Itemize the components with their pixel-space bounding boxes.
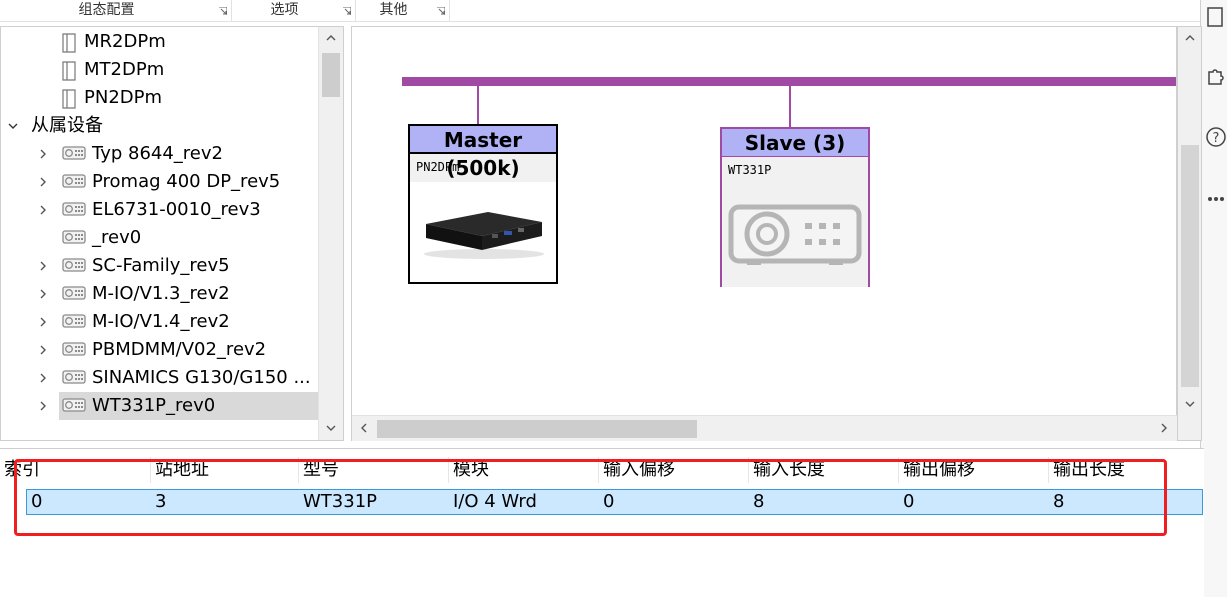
tree-item-label: M-IO/V1.3_rev2 [92, 283, 230, 304]
scroll-down-button[interactable] [1178, 393, 1201, 415]
tree-item-label: _rev0 [92, 227, 142, 248]
ribbon-group-other: 其他 [356, 0, 450, 22]
device-tree: MR2DPm MT2DPm PN2DPm 从属设备 Typ 8644_rev2 P… [0, 26, 344, 441]
mini-pc-icon [424, 212, 544, 259]
tree-item-slave[interactable]: EL6731-0010_rev3 [1, 196, 318, 224]
master-node[interactable]: Master (500k) PN2DPm [408, 124, 558, 284]
chevron-right-icon[interactable] [38, 373, 48, 383]
scroll-up-button[interactable] [1178, 27, 1201, 49]
page-icon[interactable] [1205, 6, 1227, 28]
dialog-launcher-icon[interactable] [343, 7, 351, 15]
tree-item-label: SC-Family_rev5 [92, 255, 230, 276]
ribbon-group-label: 组态配置 [78, 2, 135, 18]
master-device-icon [62, 89, 76, 109]
tree-item-label: PN2DPm [84, 87, 163, 108]
tree-item-slave[interactable]: SINAMICS G130/G150 ... [1, 364, 318, 392]
slave-device-icon [62, 146, 86, 160]
ribbon-group-config: 组态配置 [0, 0, 232, 22]
tree-vertical-scrollbar[interactable] [318, 27, 343, 440]
tree-item-label: WT331P_rev0 [92, 395, 216, 416]
chevron-right-icon[interactable] [38, 205, 48, 215]
tree-item-label: SINAMICS G130/G150 ... [92, 367, 311, 388]
tree-item-label: PBMDMM/V02_rev2 [92, 339, 267, 360]
chevron-down-icon [1185, 401, 1194, 407]
slave-device-icon [728, 204, 862, 265]
chevron-right-icon[interactable] [38, 289, 48, 299]
chevron-right-icon[interactable] [38, 317, 48, 327]
tree-item-slave[interactable]: PBMDMM/V02_rev2 [1, 336, 318, 364]
tree-item-label: EL6731-0010_rev3 [92, 199, 261, 220]
tree-item-label: Typ 8644_rev2 [92, 143, 223, 164]
master-device-icon [62, 33, 76, 53]
topology-canvas[interactable]: Master (500k) PN2DPm Slave (3) WT331P [351, 26, 1177, 441]
side-toolbar: ? [1200, 0, 1227, 597]
slave-device-icon [62, 370, 86, 384]
bus-drop-slave [789, 86, 791, 127]
master-device-icon [62, 61, 76, 81]
chevron-right-icon[interactable] [38, 401, 48, 411]
scroll-thumb[interactable] [1181, 145, 1199, 387]
slave-node-title: Slave (3) [722, 129, 868, 157]
tree-group-slaves[interactable]: 从属设备 [1, 112, 318, 140]
tree-item-slave[interactable]: WT331P_rev0 [40, 392, 318, 420]
slave-device-icon [62, 342, 86, 356]
slave-device-icon [62, 258, 86, 272]
profibus-line [402, 77, 1176, 86]
scroll-up-button[interactable] [319, 27, 342, 49]
tree-item-label: M-IO/V1.4_rev2 [92, 311, 230, 332]
tree-item-master[interactable]: MR2DPm [1, 28, 318, 56]
tree-item-master[interactable]: MT2DPm [1, 56, 318, 84]
help-icon[interactable]: ? [1205, 126, 1227, 148]
scroll-thumb[interactable] [377, 420, 697, 438]
scroll-down-button[interactable] [319, 417, 342, 439]
chevron-right-icon[interactable] [38, 149, 48, 159]
chevron-up-icon [326, 35, 335, 41]
tree-item-slave[interactable]: SC-Family_rev5 [1, 252, 318, 280]
dialog-launcher-icon[interactable] [219, 7, 227, 15]
tree-item-slave[interactable]: M-IO/V1.3_rev2 [1, 280, 318, 308]
dialog-launcher-icon[interactable] [437, 7, 445, 15]
canvas-horizontal-scrollbar[interactable] [352, 415, 1177, 441]
tree-item-slave[interactable]: M-IO/V1.4_rev2 [1, 308, 318, 336]
tree-item-slave[interactable]: Promag 400 DP_rev5 [1, 168, 318, 196]
scroll-right-button[interactable] [1152, 417, 1175, 439]
canvas-vertical-scrollbar[interactable] [1177, 26, 1202, 441]
scroll-thumb[interactable] [322, 53, 340, 97]
slave-device-icon [62, 174, 86, 188]
annotation-highlight-box [14, 459, 1167, 536]
tree-item-label: Promag 400 DP_rev5 [92, 171, 281, 192]
tree-group-label: 从属设备 [31, 115, 103, 136]
scroll-left-button[interactable] [352, 417, 375, 439]
tree-item-slave[interactable]: _rev0 [1, 224, 318, 252]
tree-item-master[interactable]: PN2DPm [1, 84, 318, 112]
chevron-left-icon [360, 423, 366, 433]
chevron-right-icon[interactable] [38, 177, 48, 187]
chevron-right-icon[interactable] [38, 345, 48, 355]
slave-device-icon [62, 314, 86, 328]
slave-device-icon [62, 398, 86, 412]
chevron-down-icon[interactable] [8, 121, 18, 131]
chevron-right-icon[interactable] [38, 261, 48, 271]
tree-item-label: MR2DPm [84, 31, 166, 52]
tree-item-slave[interactable]: Typ 8644_rev2 [1, 140, 318, 168]
slave-device-icon [62, 202, 86, 216]
slave-device-icon [62, 286, 86, 300]
master-node-title: Master (500k) [410, 126, 556, 180]
more-icon[interactable] [1205, 188, 1227, 210]
chevron-right-icon [1161, 423, 1167, 433]
ribbon-group-bar: 组态配置 选项 其他 [0, 0, 1200, 22]
ribbon-group-label: 其他 [379, 2, 408, 18]
chevron-up-icon [1185, 35, 1194, 41]
ribbon-group-options: 选项 [232, 0, 356, 22]
puzzle-icon[interactable] [1205, 64, 1227, 86]
chevron-down-icon [326, 425, 335, 431]
bus-drop-master [477, 86, 479, 125]
svg-text:?: ? [1213, 131, 1220, 146]
slave-device-icon [62, 230, 86, 244]
tree-item-label: MT2DPm [84, 59, 165, 80]
slave-node[interactable]: Slave (3) WT331P [720, 127, 870, 287]
ribbon-group-label: 选项 [270, 2, 299, 18]
